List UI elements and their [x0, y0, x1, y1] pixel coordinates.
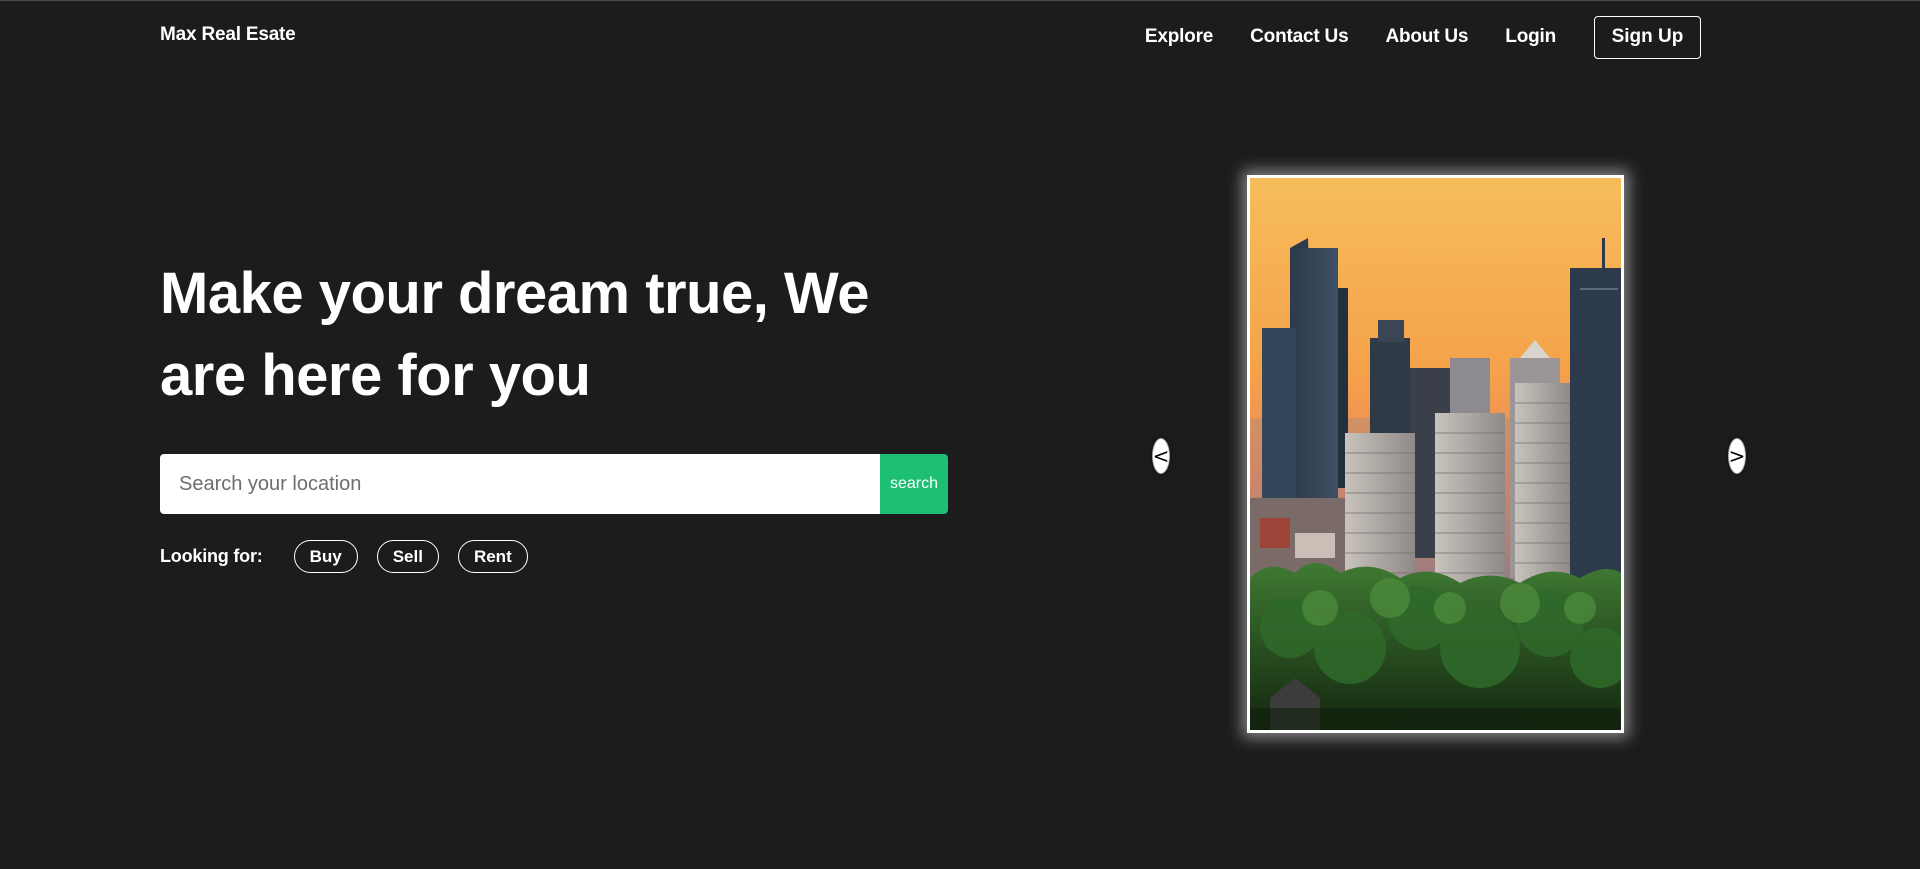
looking-for-label: Looking for: — [160, 546, 263, 566]
city-skyline-photo — [1247, 175, 1624, 733]
chip-sell[interactable]: Sell — [376, 540, 439, 573]
nav-login[interactable]: Login — [1505, 14, 1556, 60]
top-border — [0, 0, 1920, 1]
chip-buy[interactable]: Buy — [293, 540, 358, 573]
city-skyline-illustration — [1250, 178, 1621, 730]
nav-contact-us[interactable]: Contact Us — [1250, 14, 1348, 60]
carousel-next-button[interactable]: > — [1728, 438, 1746, 474]
signup-button[interactable]: Sign Up — [1594, 15, 1701, 59]
nav-about-us[interactable]: About Us — [1385, 14, 1468, 60]
main-nav: Explore Contact Us About Us Login Sign U… — [1145, 14, 1701, 60]
hero-title: Make your dream true, We are here for yo… — [160, 261, 869, 408]
carousel-prev-button[interactable]: < — [1152, 438, 1170, 474]
brand-logo[interactable]: Max Real Esate — [160, 24, 296, 46]
location-search-input[interactable] — [160, 454, 880, 514]
search-button[interactable]: search — [880, 454, 948, 514]
looking-for-row: Looking for: Buy Sell Rent — [160, 540, 547, 573]
chip-rent[interactable]: Rent — [457, 540, 528, 573]
search-bar: search — [160, 454, 948, 514]
nav-explore[interactable]: Explore — [1145, 14, 1213, 60]
